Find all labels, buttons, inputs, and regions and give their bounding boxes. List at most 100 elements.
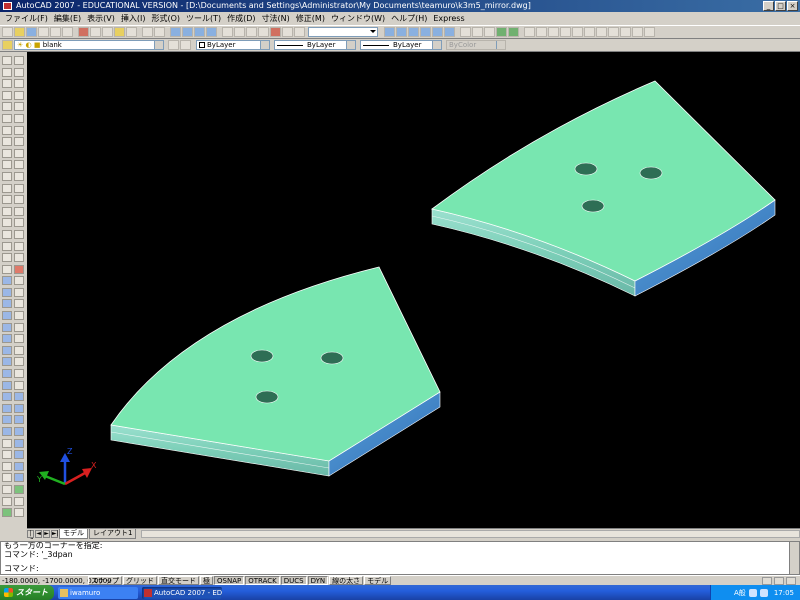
preview-icon[interactable] xyxy=(50,27,61,37)
menu-file[interactable]: ファイル(F) xyxy=(2,13,51,24)
menu-tools[interactable]: ツール(T) xyxy=(183,13,224,24)
loft-icon[interactable] xyxy=(2,427,12,436)
view-left-icon[interactable] xyxy=(408,27,419,37)
view-right-icon[interactable] xyxy=(420,27,431,37)
zoom-window-icon[interactable] xyxy=(194,27,205,37)
dim-angular-icon[interactable] xyxy=(14,473,24,483)
ucs-view-icon[interactable] xyxy=(620,27,631,37)
properties-icon[interactable] xyxy=(222,27,233,37)
maximize-button[interactable]: □ xyxy=(775,1,786,11)
mirror-icon[interactable] xyxy=(14,79,24,89)
insert-block-icon[interactable] xyxy=(2,183,12,193)
layer-manager-icon[interactable] xyxy=(2,40,13,50)
osnap-quadrant-icon[interactable] xyxy=(14,287,24,297)
trim-icon[interactable] xyxy=(14,160,24,170)
array-icon[interactable] xyxy=(14,102,24,112)
hidden-icon[interactable] xyxy=(484,27,495,37)
ellipse-icon[interactable] xyxy=(2,160,12,170)
make-current-layer-icon[interactable] xyxy=(168,40,179,50)
linetype-dropdown[interactable]: ByLayer xyxy=(274,40,356,50)
lineweight-toggle[interactable]: 線の太さ xyxy=(329,576,364,585)
copy-icon[interactable] xyxy=(90,27,101,37)
block-editor-icon[interactable] xyxy=(126,27,137,37)
dim-diameter-icon[interactable] xyxy=(14,461,24,471)
rectangle-icon[interactable] xyxy=(2,102,12,112)
drawing-viewport[interactable]: Z X Y xyxy=(27,52,800,528)
dim-aligned-icon[interactable] xyxy=(14,403,24,413)
taskbar-item-folder[interactable]: iwamuro xyxy=(58,586,138,599)
osnap-node-icon[interactable] xyxy=(14,345,24,355)
ortho-toggle[interactable]: 直交モード xyxy=(158,576,199,585)
print-icon[interactable] xyxy=(38,27,49,37)
chamfer-icon[interactable] xyxy=(14,206,24,216)
menu-express[interactable]: Express xyxy=(430,14,467,23)
osnap-perpendicular-icon[interactable] xyxy=(14,311,24,321)
polyline-icon[interactable] xyxy=(2,79,12,89)
snap-toggle[interactable]: スナップ xyxy=(88,576,122,585)
sweep-icon[interactable] xyxy=(2,403,12,413)
cut-icon[interactable] xyxy=(78,27,89,37)
scale-icon[interactable] xyxy=(14,137,24,147)
move-icon[interactable] xyxy=(14,113,24,123)
view-bottom-icon[interactable] xyxy=(396,27,407,37)
tab-model[interactable]: モデル xyxy=(59,529,88,539)
gradient-icon[interactable] xyxy=(2,229,12,239)
line-icon[interactable] xyxy=(2,56,12,65)
taskbar-item-autocad[interactable]: AutoCAD 2007 - ED... xyxy=(142,586,222,599)
ime-indicator[interactable]: A般 xyxy=(734,588,746,598)
close-button[interactable]: × xyxy=(787,1,798,11)
revolve-icon[interactable] xyxy=(2,415,12,425)
rotate-icon[interactable] xyxy=(14,125,24,135)
dim-jogged-icon[interactable] xyxy=(14,450,24,460)
dim-continue-icon[interactable] xyxy=(14,508,24,518)
planar-surface-icon[interactable] xyxy=(2,369,12,379)
ucs-origin-icon[interactable] xyxy=(632,27,643,37)
dim-quick-icon[interactable] xyxy=(14,484,24,494)
make-block-icon[interactable] xyxy=(2,195,12,205)
tool-palettes-icon[interactable] xyxy=(246,27,257,37)
solid-part-upper[interactable] xyxy=(431,80,776,297)
explode-icon[interactable] xyxy=(14,229,24,239)
command-scrollbar[interactable] xyxy=(789,542,799,574)
presspull-icon[interactable] xyxy=(2,392,12,402)
layer-previous-icon[interactable] xyxy=(180,40,191,50)
union-icon[interactable] xyxy=(2,438,12,448)
workspace-combo[interactable] xyxy=(308,27,378,37)
break-icon[interactable] xyxy=(14,183,24,193)
solid-part-lower[interactable] xyxy=(110,266,441,477)
zoom-previous-icon[interactable] xyxy=(206,27,217,37)
ucs-face-icon[interactable] xyxy=(596,27,607,37)
menu-dimension[interactable]: 寸法(N) xyxy=(259,13,293,24)
tab-last-button[interactable]: ►| xyxy=(51,530,59,538)
menu-insert[interactable]: 挿入(I) xyxy=(118,13,149,24)
osnap-none-icon[interactable] xyxy=(14,369,24,379)
extrude-icon[interactable] xyxy=(2,380,12,390)
helix-icon[interactable] xyxy=(2,357,12,367)
3d-rotate-icon[interactable] xyxy=(2,484,12,494)
dim-baseline-icon[interactable] xyxy=(14,496,24,506)
cone-icon[interactable] xyxy=(2,299,12,309)
osnap-endpoint-icon[interactable] xyxy=(14,241,24,251)
arc-icon[interactable] xyxy=(2,113,12,123)
revcloud-icon[interactable] xyxy=(2,137,12,147)
lock-icon[interactable] xyxy=(774,576,784,585)
spline-icon[interactable] xyxy=(2,148,12,158)
clean-screen-icon[interactable] xyxy=(786,576,796,585)
realistic-icon[interactable] xyxy=(496,27,507,37)
open-icon[interactable] xyxy=(14,27,25,37)
layer-dropdown[interactable]: ☀ ◐ ■ blank xyxy=(14,40,164,50)
new-icon[interactable] xyxy=(2,27,13,37)
point-icon[interactable] xyxy=(2,206,12,216)
command-line-window[interactable]: もう一方のコーナーを指定: コマンド: '_3dpan コマンド: xyxy=(0,541,800,575)
color-dropdown[interactable]: ByLayer xyxy=(196,40,270,50)
dyn-toggle[interactable]: DYN xyxy=(307,576,329,585)
model-toggle[interactable]: モデル xyxy=(364,576,392,585)
osnap-insert-icon[interactable] xyxy=(14,334,24,344)
calculator-icon[interactable] xyxy=(282,27,293,37)
ducs-toggle[interactable]: DUCS xyxy=(280,576,307,585)
slice-icon[interactable] xyxy=(2,508,12,518)
start-button[interactable]: スタート xyxy=(0,585,54,600)
box-icon[interactable] xyxy=(2,276,12,286)
osnap-midpoint-icon[interactable] xyxy=(14,253,24,263)
free-orbit-icon[interactable] xyxy=(536,27,547,37)
